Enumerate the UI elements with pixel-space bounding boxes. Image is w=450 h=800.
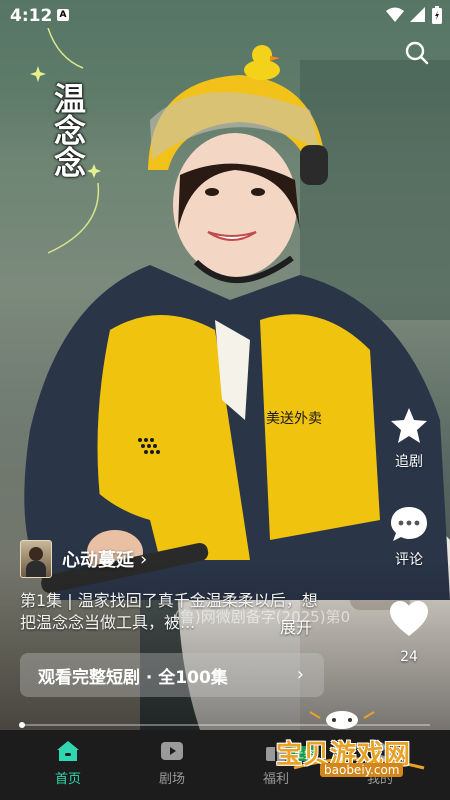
battery-icon: [432, 6, 442, 24]
follow-label: 追剧: [395, 454, 423, 470]
like-button[interactable]: 24: [382, 599, 436, 665]
follow-button[interactable]: 追剧: [382, 405, 436, 471]
drama-title: 温念念: [49, 82, 87, 178]
watch-full-label: 观看完整短剧 · 全100集: [38, 667, 228, 688]
signal-icon: [410, 7, 425, 22]
comment-label: 评论: [395, 552, 423, 568]
home-icon: [57, 741, 79, 761]
tab-home[interactable]: 首页: [28, 740, 108, 787]
tab-home-label: 首页: [54, 772, 81, 787]
star-icon: [391, 408, 427, 443]
svg-text:美送外卖: 美送外卖: [266, 411, 322, 427]
expand-link[interactable]: 展开: [280, 614, 312, 638]
comment-button[interactable]: 评论: [382, 503, 436, 569]
tab-theater[interactable]: 剧场: [132, 740, 212, 787]
status-time: 4:12: [10, 6, 53, 26]
chevron-right-icon: ›: [296, 664, 304, 685]
author-name[interactable]: 心动蔓延: [62, 546, 134, 572]
chevron-right-icon: ›: [140, 548, 148, 570]
heart-icon: [390, 601, 428, 636]
avatar[interactable]: [20, 540, 52, 578]
comment-icon: [391, 507, 427, 541]
watermark-url: baobeiy.com: [320, 763, 404, 777]
a-icon: A: [57, 9, 69, 21]
license-text: (鲁)网微剧备字(2025)第0: [174, 608, 351, 626]
like-count: 24: [400, 649, 418, 665]
wifi-icon: [386, 7, 404, 22]
search-icon[interactable]: [404, 40, 430, 66]
watch-full-button[interactable]: 观看完整短剧 · 全100集 ›: [20, 653, 324, 697]
play-icon: [161, 742, 183, 760]
tab-theater-label: 剧场: [158, 772, 185, 787]
status-icons: [386, 6, 442, 24]
author-row[interactable]: 心动蔓延 ›: [20, 540, 147, 578]
